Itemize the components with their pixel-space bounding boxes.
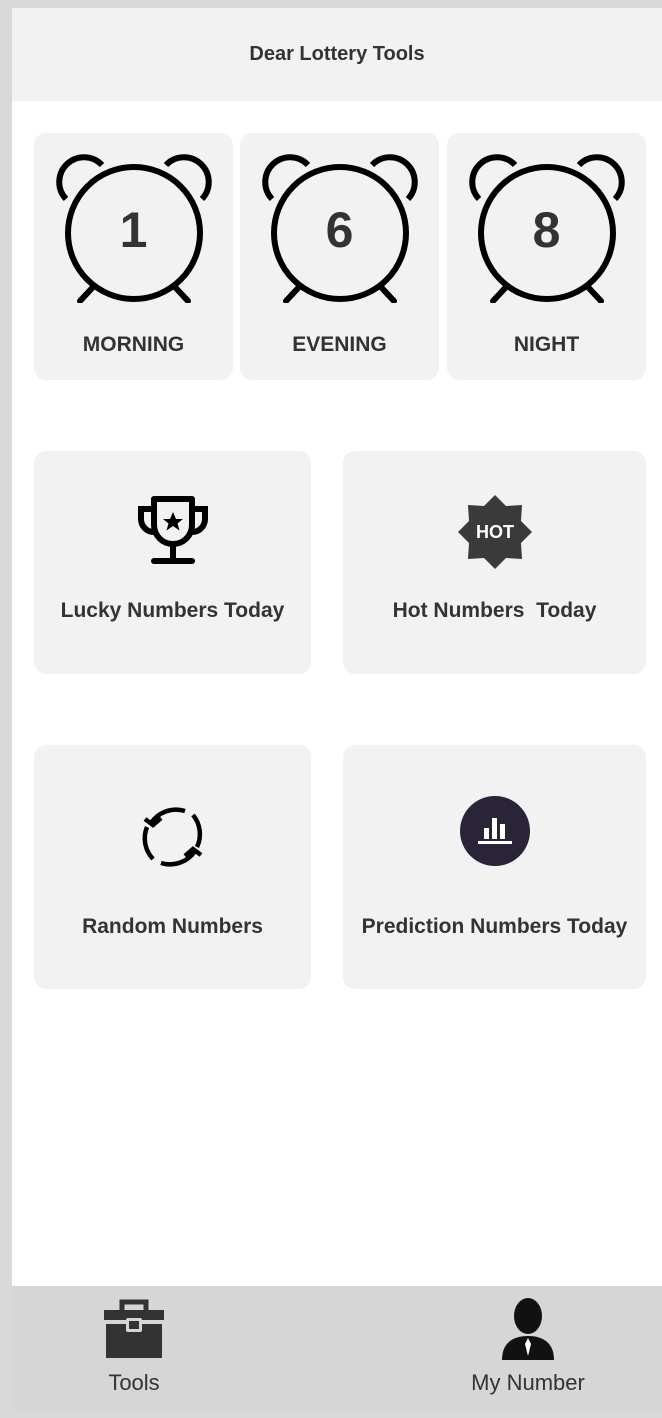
bottom-tab-bar: Tools My Number (12, 1286, 662, 1411)
tab-tools[interactable]: Tools (34, 1286, 234, 1411)
draw-label: EVENING (292, 333, 387, 356)
refresh-icon (142, 807, 202, 867)
hot-badge-text: HOT (476, 522, 514, 542)
toolbox-icon (104, 1299, 164, 1358)
draw-label: NIGHT (513, 333, 580, 356)
tool-label: Random Numbers (82, 915, 263, 938)
draw-card-morning[interactable]: 1 MORNING (34, 133, 233, 380)
draw-number: 8 (532, 202, 561, 258)
hot-badge-icon: HOT (457, 495, 532, 569)
tool-label: Hot Numbers Today (392, 599, 597, 622)
page-title: Dear Lottery Tools (12, 8, 662, 101)
hot-numbers-card[interactable]: HOT Hot Numbers Today (343, 451, 646, 674)
draw-number: 1 (119, 202, 148, 258)
draw-label: MORNING (82, 333, 185, 356)
tab-label: Tools (108, 1370, 160, 1395)
app-screen: Dear Lottery Tools 1 MORNING 6 EVENING 8… (12, 8, 662, 1411)
tool-label: Lucky Numbers Today (60, 599, 285, 622)
tool-label: Prediction Numbers Today (361, 915, 628, 938)
draw-card-evening[interactable]: 6 EVENING (240, 133, 439, 380)
tab-my-number[interactable]: My Number (428, 1286, 628, 1411)
draw-number: 6 (325, 202, 354, 258)
bar-chart-icon (459, 796, 530, 866)
random-numbers-card[interactable]: Random Numbers (34, 745, 311, 989)
prediction-numbers-card[interactable]: Prediction Numbers Today (343, 745, 646, 989)
draw-card-night[interactable]: 8 NIGHT (447, 133, 646, 380)
tab-label: My Number (471, 1370, 585, 1395)
lucky-numbers-card[interactable]: Lucky Numbers Today (34, 451, 311, 674)
trophy-icon (137, 496, 208, 564)
user-icon (502, 1298, 554, 1360)
